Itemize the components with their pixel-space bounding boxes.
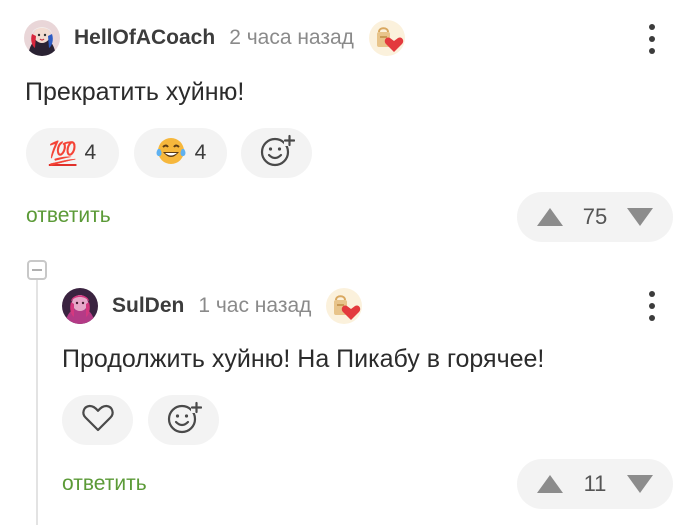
rating-control: 11 (517, 459, 673, 509)
heart-icon (81, 403, 115, 438)
downvote-icon[interactable] (625, 206, 655, 228)
comment-time[interactable]: 2 часа назад (229, 26, 354, 50)
upvote-icon[interactable] (535, 206, 565, 228)
reply-button[interactable]: ответить (62, 472, 147, 496)
reaction-count: 4 (194, 141, 207, 164)
rating-score: 75 (582, 204, 608, 229)
rating-control: 75 (517, 192, 673, 242)
reaction-count: 4 (84, 141, 97, 164)
like-button[interactable] (62, 395, 133, 445)
thread-line[interactable] (36, 280, 38, 525)
reaction-tears-of-joy[interactable]: 4 (134, 128, 227, 178)
avatar[interactable] (62, 288, 98, 324)
add-reaction-button[interactable] (148, 395, 219, 445)
comment: HellOfACoach 2 часа назад Прекратить хуй… (0, 0, 700, 260)
collapse-thread-icon[interactable] (27, 260, 47, 280)
tears-of-joy-emoji (155, 135, 187, 172)
downvote-icon[interactable] (625, 473, 655, 495)
comment-header: SulDen 1 час назад (62, 287, 363, 325)
avatar[interactable] (24, 20, 60, 56)
gift-heart-badge-icon[interactable] (325, 287, 363, 325)
comment-time[interactable]: 1 час назад (198, 294, 311, 318)
author-name[interactable]: HellOfACoach (74, 26, 215, 50)
reply-button[interactable]: ответить (26, 204, 111, 228)
upvote-icon[interactable] (535, 473, 565, 495)
more-vertical-icon[interactable] (640, 286, 664, 326)
add-reaction-button[interactable] (241, 128, 312, 178)
comment-reply: SulDen 1 час назад Продолжить хуйню! На … (0, 260, 700, 525)
reaction-hundred[interactable]: 💯 4 (26, 128, 119, 178)
add-reaction-icon (166, 400, 202, 441)
author-name[interactable]: SulDen (112, 294, 184, 318)
rating-score: 11 (583, 471, 607, 496)
comment-header: HellOfACoach 2 часа назад (24, 19, 406, 57)
more-vertical-icon[interactable] (640, 19, 664, 59)
comment-text: Прекратить хуйню! (25, 78, 245, 106)
hundred-points-emoji: 💯 (48, 139, 78, 166)
comment-text: Продолжить хуйню! На Пикабу в горячее! (62, 345, 545, 373)
add-reaction-icon (259, 133, 295, 174)
gift-heart-badge-icon[interactable] (368, 19, 406, 57)
